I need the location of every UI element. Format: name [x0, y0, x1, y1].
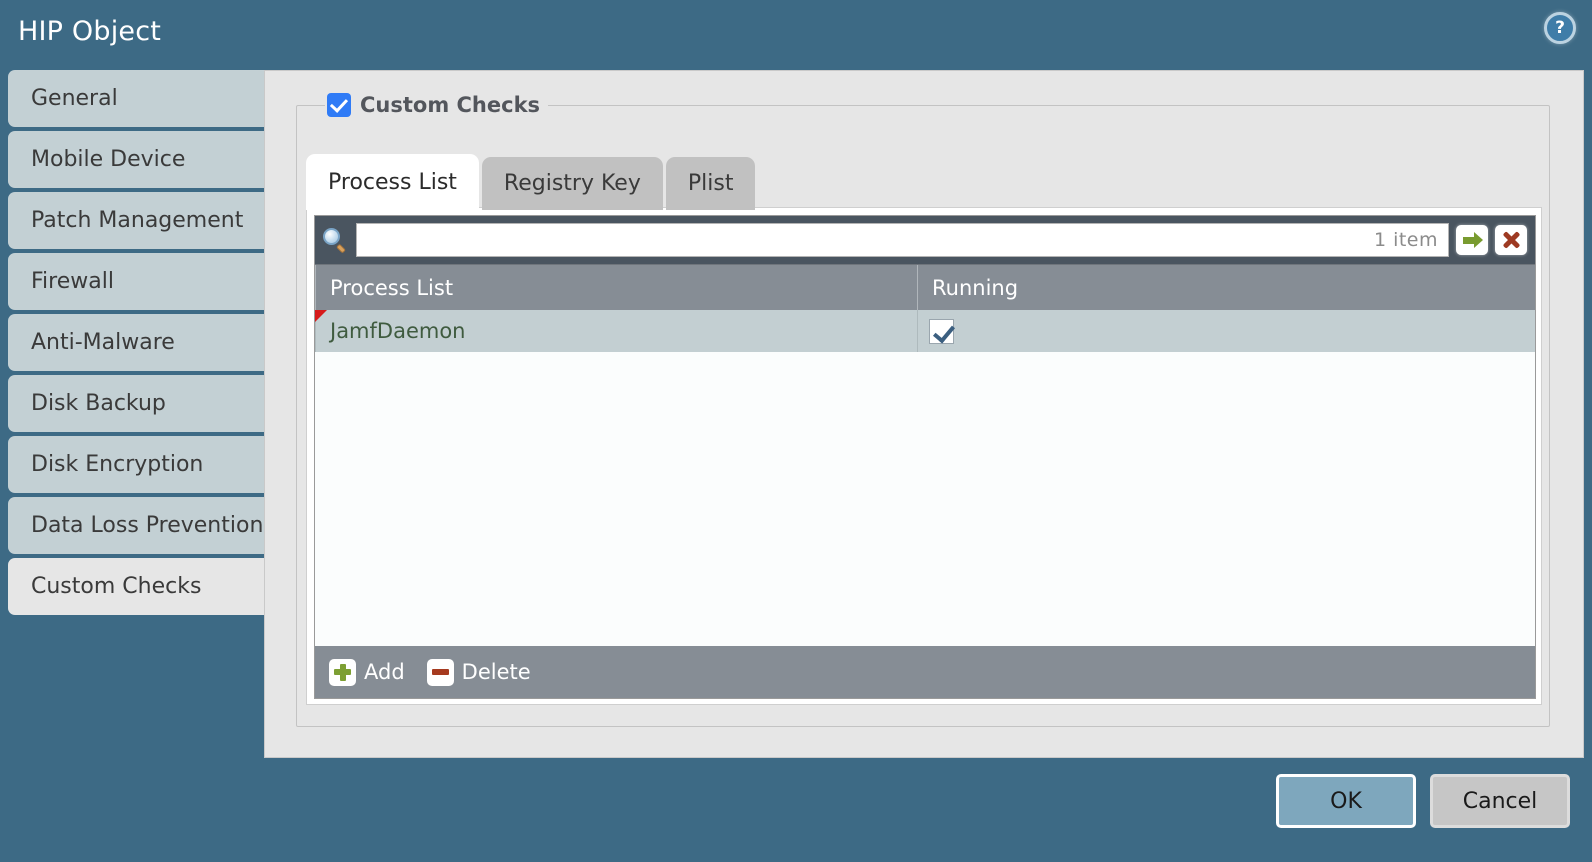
add-button[interactable]: Add	[329, 658, 405, 686]
tab-plist[interactable]: Plist	[665, 157, 756, 210]
sidebar-item-patch-management[interactable]: Patch Management	[8, 192, 273, 249]
sidebar-item-label: Anti-Malware	[31, 330, 175, 355]
sidebar-item-anti-malware[interactable]: Anti-Malware	[8, 314, 273, 371]
close-x-glyph	[1502, 231, 1520, 249]
custom-checks-checkbox[interactable]	[327, 93, 351, 117]
sidebar-item-label: General	[31, 86, 118, 111]
column-header-process-list[interactable]: Process List	[315, 265, 917, 310]
tab-process-list[interactable]: Process List	[306, 154, 479, 210]
tab-label: Registry Key	[503, 171, 641, 196]
tab-panel-process-list: 1 item Process List Running JamfDaemon A…	[306, 207, 1542, 705]
help-glyph: ?	[1555, 17, 1565, 38]
custom-checks-label: Custom Checks	[360, 93, 541, 117]
sidebar-item-disk-encryption[interactable]: Disk Encryption	[8, 436, 273, 493]
page-title: HIP Object	[18, 16, 162, 47]
grid-body: JamfDaemon	[315, 310, 1535, 646]
dialog-titlebar: HIP Object ?	[0, 0, 1592, 68]
delete-button[interactable]: Delete	[426, 658, 531, 686]
search-input[interactable]: 1 item	[356, 223, 1449, 257]
column-header-running[interactable]: Running	[917, 265, 1535, 310]
search-icon-handle	[336, 243, 346, 254]
process-list-grid: 1 item Process List Running JamfDaemon A…	[314, 215, 1536, 699]
sidebar-item-label: Disk Backup	[31, 391, 166, 416]
search-icon-lens	[323, 228, 340, 245]
sidebar-item-label: Firewall	[31, 269, 114, 294]
sidebar-item-label: Custom Checks	[31, 574, 202, 599]
dialog-button-bar: OK Cancel	[0, 770, 1592, 832]
sidebar-item-data-loss-prevention[interactable]: Data Loss Prevention	[8, 497, 273, 554]
tab-label: Plist	[687, 171, 734, 196]
cell-running	[917, 310, 1535, 352]
search-icon[interactable]	[321, 226, 349, 254]
modified-marker-icon	[315, 310, 327, 322]
content-panel: Custom Checks Process List Registry Key Pl…	[264, 70, 1584, 758]
cancel-button[interactable]: Cancel	[1430, 774, 1570, 828]
add-button-label: Add	[364, 660, 405, 684]
sidebar-item-label: Mobile Device	[31, 147, 186, 172]
sidebar-item-mobile-device[interactable]: Mobile Device	[8, 131, 273, 188]
plus-icon	[329, 658, 356, 686]
grid-search-bar: 1 item	[315, 216, 1535, 264]
cell-process-name[interactable]: JamfDaemon	[315, 310, 917, 352]
minus-icon	[426, 658, 454, 686]
sidebar-item-label: Disk Encryption	[31, 452, 204, 477]
tab-strip: Process List Registry Key Plist	[306, 154, 756, 210]
item-count-label: 1 item	[1373, 229, 1438, 251]
sidebar-item-label: Data Loss Prevention	[31, 513, 264, 538]
custom-checks-legend: Custom Checks	[325, 89, 549, 121]
sidebar-item-firewall[interactable]: Firewall	[8, 253, 273, 310]
sidebar-item-disk-backup[interactable]: Disk Backup	[8, 375, 273, 432]
grid-footer-toolbar: Add Delete	[315, 646, 1535, 698]
grid-header-row: Process List Running	[315, 264, 1535, 310]
help-circle-icon[interactable]: ?	[1544, 12, 1576, 44]
delete-button-label: Delete	[461, 660, 531, 684]
sidebar-item-label: Patch Management	[31, 208, 244, 233]
table-row[interactable]: JamfDaemon	[315, 310, 1535, 352]
custom-checks-fieldset: Custom Checks Process List Registry Key Pl…	[296, 89, 1550, 727]
tab-registry-key[interactable]: Registry Key	[481, 157, 663, 210]
close-x-icon[interactable]	[1495, 225, 1527, 255]
sidebar-item-custom-checks[interactable]: Custom Checks	[8, 558, 273, 615]
running-checkbox[interactable]	[929, 318, 954, 344]
sidebar: General Mobile Device Patch Management Fire…	[8, 70, 273, 622]
tab-label: Process List	[328, 169, 457, 195]
sidebar-item-general[interactable]: General	[8, 70, 273, 127]
arrow-right-icon[interactable]	[1456, 225, 1488, 255]
ok-button[interactable]: OK	[1276, 774, 1416, 828]
